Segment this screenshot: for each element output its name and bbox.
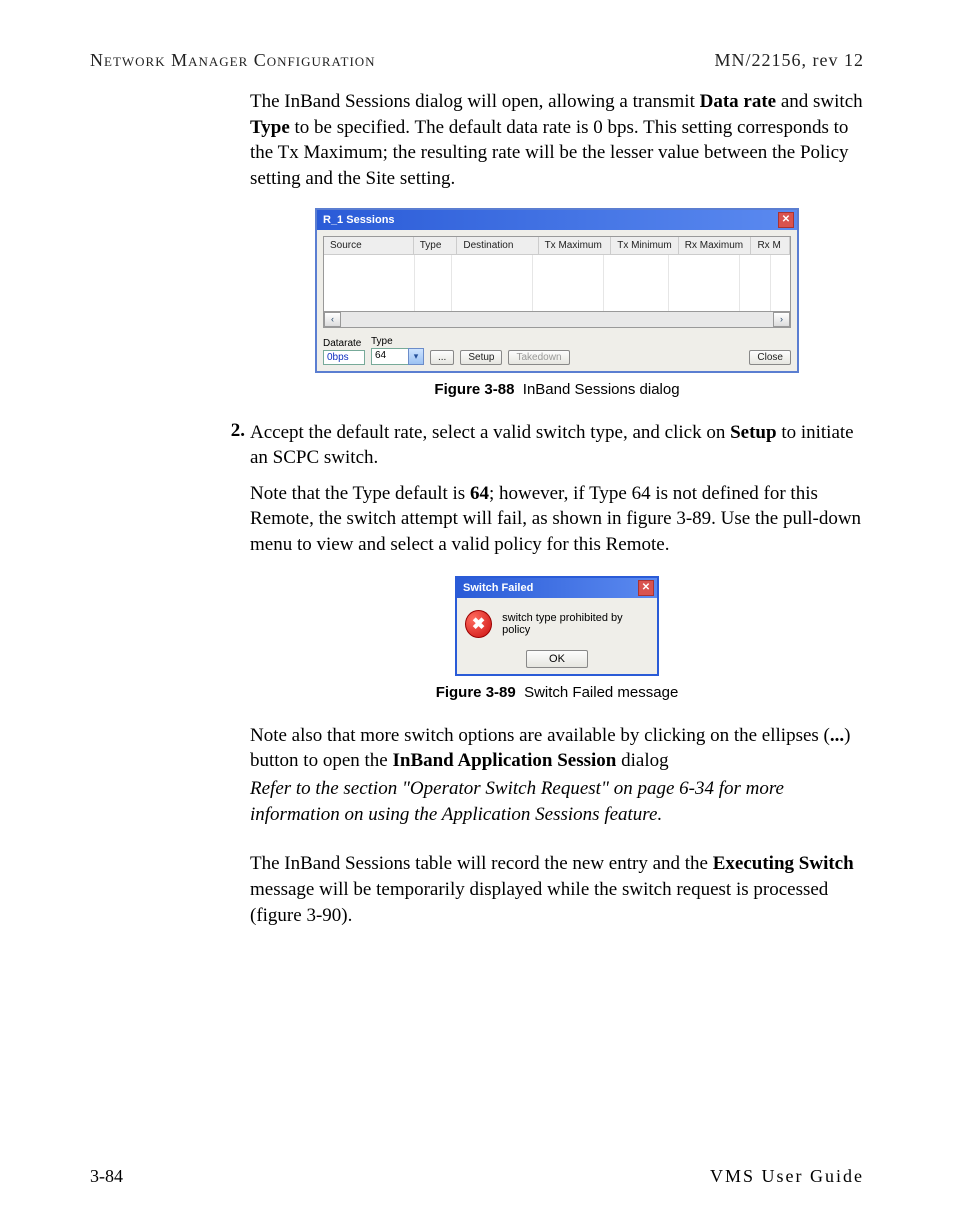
close-icon[interactable]: ✕ [638, 580, 654, 596]
page: Network Manager Configuration MN/22156, … [0, 0, 954, 1227]
note-executing-switch: The InBand Sessions table will record th… [250, 851, 864, 928]
figure-89-caption: Figure 3-89 Switch Failed message [250, 684, 864, 701]
body: The InBand Sessions dialog will open, al… [250, 89, 864, 928]
ok-button[interactable]: OK [526, 650, 588, 668]
type-combo[interactable]: 64 ▾ [371, 348, 424, 365]
text-italic: Refer to the section "Operator Switch Re… [250, 778, 784, 825]
step-2: 2. Accept the default rate, select a val… [250, 420, 864, 471]
inband-sessions-dialog: R_1 Sessions ✕ Source Type Destination T… [315, 208, 799, 373]
step-text: Accept the default rate, select a valid … [250, 420, 864, 471]
error-icon: ✖ [465, 610, 492, 638]
table-row[interactable] [324, 269, 790, 283]
footer-guide-title: VMS User Guide [710, 1166, 864, 1187]
dialog-titlebar[interactable]: R_1 Sessions ✕ [317, 210, 797, 230]
text-bold: ... [830, 725, 844, 746]
text-bold: Data rate [700, 91, 777, 112]
setup-button[interactable]: Setup [460, 350, 502, 365]
text: and switch [776, 91, 863, 112]
page-footer: 3-84 VMS User Guide [90, 1166, 864, 1187]
text: The InBand Sessions dialog will open, al… [250, 91, 700, 112]
page-header: Network Manager Configuration MN/22156, … [90, 50, 864, 71]
figure-text: InBand Sessions dialog [523, 381, 680, 398]
dialog-title: Switch Failed [463, 582, 533, 594]
text: The InBand Sessions table will record th… [250, 853, 713, 874]
header-section-title: Network Manager Configuration [90, 50, 376, 71]
text: to be specified. The default data rate i… [250, 117, 849, 189]
switch-failed-dialog: Switch Failed ✕ ✖ switch type prohibited… [455, 576, 659, 676]
note-ellipses: Note also that more switch options are a… [250, 723, 864, 774]
table-row[interactable] [324, 297, 790, 311]
figure-88-caption: Figure 3-88 InBand Sessions dialog [250, 381, 864, 398]
ellipsis-button[interactable]: ... [430, 350, 454, 365]
refer-paragraph: Refer to the section "Operator Switch Re… [250, 776, 864, 827]
header-doc-id: MN/22156, rev 12 [715, 50, 865, 71]
col-tx-minimum[interactable]: Tx Minimum [611, 237, 679, 254]
close-button[interactable]: Close [749, 350, 791, 365]
table-row[interactable] [324, 255, 790, 269]
text-bold: Executing Switch [713, 853, 854, 874]
text-bold: Setup [730, 422, 776, 443]
dialog-titlebar[interactable]: Switch Failed ✕ [457, 578, 657, 598]
figure-number: Figure 3-89 [436, 684, 516, 701]
col-tx-maximum[interactable]: Tx Maximum [539, 237, 612, 254]
datarate-field: Datarate 0bps [323, 338, 365, 365]
dialog-controls: Datarate 0bps Type 64 ▾ ... Setup Takedo… [323, 328, 791, 365]
horizontal-scrollbar[interactable]: ‹ › [323, 312, 791, 328]
col-type[interactable]: Type [414, 237, 458, 254]
table-rows [324, 255, 790, 311]
table-row[interactable] [324, 283, 790, 297]
chevron-down-icon[interactable]: ▾ [408, 348, 424, 365]
scroll-left-arrow-icon[interactable]: ‹ [324, 312, 341, 327]
close-icon[interactable]: ✕ [778, 212, 794, 228]
text: dialog [616, 750, 668, 771]
col-destination[interactable]: Destination [457, 237, 538, 254]
text-bold: 64 [470, 483, 489, 504]
type-field: Type 64 ▾ [371, 336, 424, 365]
dialog-body: ✖ switch type prohibited by policy OK [457, 598, 657, 674]
intro-paragraph: The InBand Sessions dialog will open, al… [250, 89, 864, 192]
text: Note also that more switch options are a… [250, 725, 830, 746]
dialog-body: Source Type Destination Tx Maximum Tx Mi… [317, 230, 797, 371]
datarate-label: Datarate [323, 338, 365, 349]
text: message will be temporarily displayed wh… [250, 879, 828, 926]
note-type-default: Note that the Type default is 64; howeve… [250, 481, 864, 558]
table-header: Source Type Destination Tx Maximum Tx Mi… [324, 237, 790, 255]
type-label: Type [371, 336, 424, 347]
error-message: switch type prohibited by policy [502, 612, 649, 636]
scroll-right-arrow-icon[interactable]: › [773, 312, 790, 327]
text-bold: InBand Application Session [392, 750, 616, 771]
takedown-button[interactable]: Takedown [508, 350, 569, 365]
figure-text: Switch Failed message [524, 684, 678, 701]
sessions-table: Source Type Destination Tx Maximum Tx Mi… [323, 236, 791, 312]
text: Accept the default rate, select a valid … [250, 422, 730, 443]
col-source[interactable]: Source [324, 237, 414, 254]
col-rx-maximum[interactable]: Rx Maximum [679, 237, 752, 254]
type-value[interactable]: 64 [371, 348, 408, 365]
col-rx-m[interactable]: Rx M [751, 237, 790, 254]
text: Note that the Type default is [250, 483, 470, 504]
message-row: ✖ switch type prohibited by policy [465, 610, 649, 638]
dialog-title: R_1 Sessions [323, 214, 395, 226]
datarate-input[interactable]: 0bps [323, 350, 365, 365]
text-bold: Type [250, 117, 290, 138]
text: . [657, 804, 662, 825]
figure-number: Figure 3-88 [434, 381, 514, 398]
step-number: 2. [215, 420, 250, 471]
page-number: 3-84 [90, 1166, 123, 1187]
